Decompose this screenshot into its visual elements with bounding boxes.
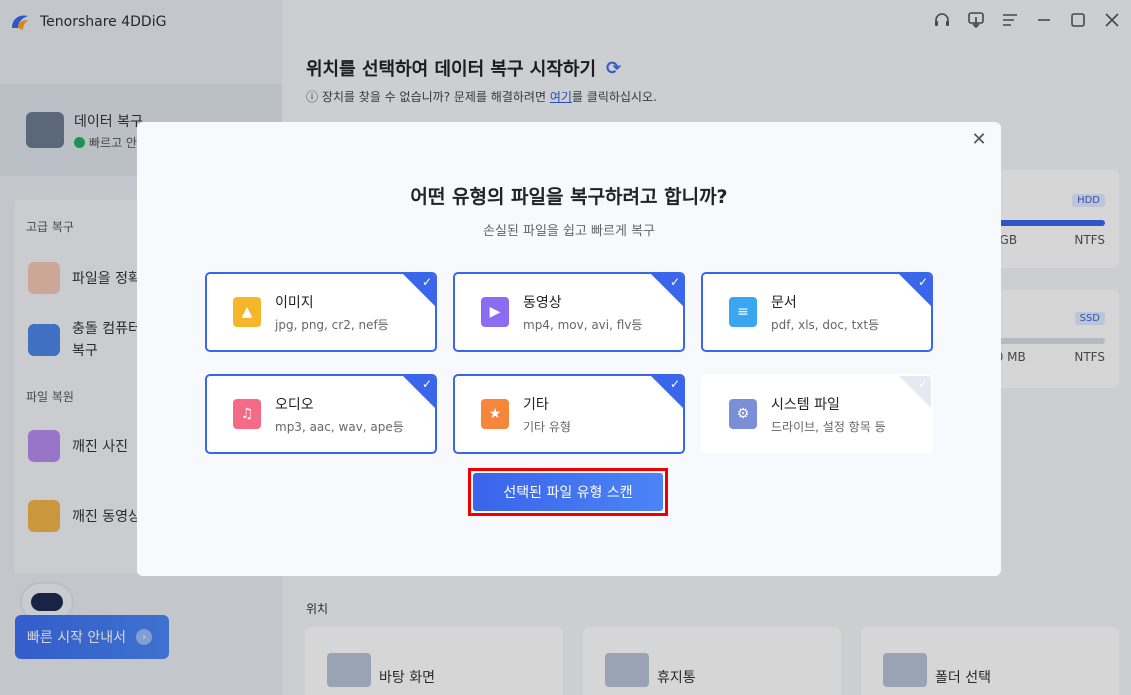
audio-icon: ♫ bbox=[233, 399, 261, 429]
close-icon[interactable]: ✕ bbox=[969, 130, 989, 150]
checkmark-icon: ✓ bbox=[669, 377, 680, 391]
file-type-extensions: mp3, aac, wav, ape등 bbox=[275, 420, 404, 434]
checkmark-icon: ✓ bbox=[421, 377, 432, 391]
file-type-name: 기타 bbox=[523, 397, 549, 413]
file-type-document[interactable]: ✓ ≡ 문서 pdf, xls, doc, txt등 bbox=[701, 272, 933, 352]
file-type-system[interactable]: ✓ ⚙ 시스템 파일 드라이브, 설정 항목 등 bbox=[701, 374, 933, 454]
scan-selected-types-button[interactable]: 선택된 파일 유형 스캔 bbox=[473, 473, 663, 511]
file-type-audio[interactable]: ✓ ♫ 오디오 mp3, aac, wav, ape등 bbox=[205, 374, 437, 454]
image-icon: ▲ bbox=[233, 297, 261, 327]
star-icon: ★ bbox=[481, 399, 509, 429]
checkmark-icon: ✓ bbox=[917, 377, 928, 391]
dialog-title: 어떤 유형의 파일을 복구하려고 합니까? bbox=[410, 186, 728, 208]
video-icon: ▶ bbox=[481, 297, 509, 327]
file-type-video[interactable]: ✓ ▶ 동영상 mp4, mov, avi, flv등 bbox=[453, 272, 685, 352]
file-type-extensions: pdf, xls, doc, txt등 bbox=[771, 318, 880, 332]
file-type-image[interactable]: ✓ ▲ 이미지 jpg, png, cr2, nef등 bbox=[205, 272, 437, 352]
dialog-subtitle: 손실된 파일을 쉽고 빠르게 복구 bbox=[482, 224, 655, 239]
file-type-name: 오디오 bbox=[275, 397, 314, 413]
file-type-extensions: jpg, png, cr2, nef등 bbox=[275, 318, 389, 332]
checkmark-icon: ✓ bbox=[669, 275, 680, 289]
file-type-extensions: 드라이브, 설정 항목 등 bbox=[771, 420, 886, 434]
file-type-extensions: mp4, mov, avi, flv등 bbox=[523, 318, 643, 332]
gear-icon: ⚙ bbox=[729, 399, 757, 429]
file-type-name: 시스템 파일 bbox=[771, 397, 840, 413]
file-type-name: 문서 bbox=[771, 295, 797, 311]
file-type-dialog: ✕ 어떤 유형의 파일을 복구하려고 합니까? 손실된 파일을 쉽고 빠르게 복… bbox=[137, 122, 1001, 576]
document-icon: ≡ bbox=[729, 297, 757, 327]
checkmark-icon: ✓ bbox=[917, 275, 928, 289]
file-type-name: 동영상 bbox=[523, 295, 562, 311]
file-type-name: 이미지 bbox=[275, 295, 314, 311]
file-type-other[interactable]: ✓ ★ 기타 기타 유형 bbox=[453, 374, 685, 454]
checkmark-icon: ✓ bbox=[421, 275, 432, 289]
file-type-extensions: 기타 유형 bbox=[523, 420, 571, 434]
